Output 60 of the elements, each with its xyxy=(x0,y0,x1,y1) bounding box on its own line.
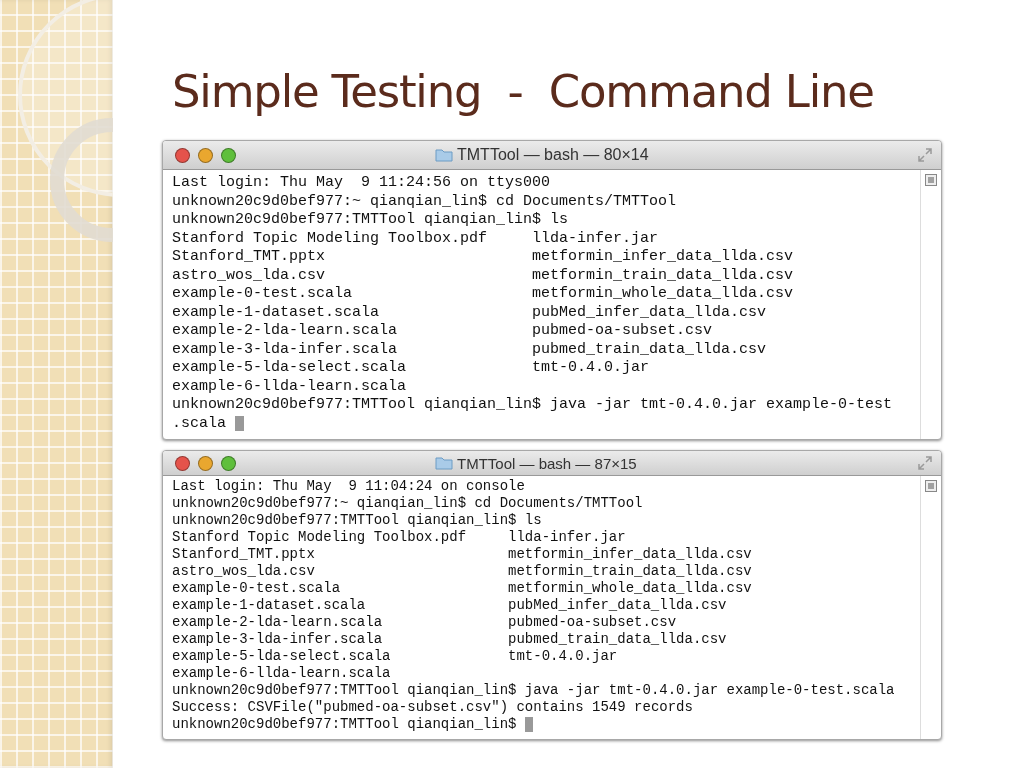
zoom-button[interactable] xyxy=(221,147,236,163)
file-name: Stanford Topic Modeling Toolbox.pdf xyxy=(172,229,489,248)
terminal-line: Success: CSVFile("pubmed-oa-subset.csv") contains 1549 records xyxy=(172,699,693,716)
close-button[interactable] xyxy=(175,147,190,163)
file-name: example-1-dataset.scala xyxy=(172,597,367,614)
slide-title: Simple Testing - Command Line xyxy=(172,64,875,120)
file-name: metformin_infer_data_llda.csv xyxy=(508,546,752,563)
file-name: Stanford Topic Modeling Toolbox.pdf xyxy=(172,529,468,546)
file-name: example-0-test.scala xyxy=(172,285,354,304)
file-name: Stanford_TMT.pptx xyxy=(172,546,316,563)
terminal-line: example-6-llda-learn.scala xyxy=(172,377,407,396)
file-name: pubMed_infer_data_llda.csv xyxy=(508,597,727,614)
terminal-line: unknown20c9d0bef977:TMTTool qianqian_lin$ ls xyxy=(172,512,542,529)
terminal-line: unknown20c9d0bef977:TMTTool qianqian_lin$ java -jar tmt-0.4.0.jar example-0-test xyxy=(172,396,893,415)
zoom-button[interactable] xyxy=(221,455,236,471)
terminal-line: unknown20c9d0bef977:~ qianqian_lin$ cd Documents/TMTTool xyxy=(172,192,677,211)
fullscreen-icon[interactable] xyxy=(917,147,933,163)
file-name: Stanford_TMT.pptx xyxy=(172,248,327,267)
file-name: example-2-lda-learn.scala xyxy=(172,322,399,341)
file-name: pubmed_train_data_llda.csv xyxy=(532,340,767,359)
terminal-line: Last login: Thu May 9 11:04:24 on console xyxy=(172,478,525,495)
fullscreen-icon[interactable] xyxy=(917,455,933,471)
file-name: example-5-lda-select.scala xyxy=(172,359,408,378)
file-name: example-2-lda-learn.scala xyxy=(172,614,384,631)
folder-icon xyxy=(435,148,453,162)
file-name: tmt-0.4.0.jar xyxy=(532,359,650,378)
close-button[interactable] xyxy=(175,455,190,471)
terminal-line: unknown20c9d0bef977:TMTTool qianqian_lin$ xyxy=(172,716,517,733)
file-name: pubmed-oa-subset.csv xyxy=(532,322,713,341)
file-name: example-3-lda-infer.scala xyxy=(172,631,384,648)
terminal-line: example-6-llda-learn.scala xyxy=(172,665,391,682)
file-name: tmt-0.4.0.jar xyxy=(508,648,618,665)
file-name: llda-infer.jar xyxy=(508,529,626,546)
minimize-button[interactable] xyxy=(198,455,213,471)
file-name: example-3-lda-infer.scala xyxy=(172,340,399,359)
file-name: astro_wos_lda.csv xyxy=(172,563,316,580)
file-name: pubmed_train_data_llda.csv xyxy=(508,631,727,648)
file-name: pubmed-oa-subset.csv xyxy=(508,614,677,631)
file-name: metformin_infer_data_llda.csv xyxy=(532,248,794,267)
scroll-menu-icon[interactable] xyxy=(925,480,937,492)
file-name: example-0-test.scala xyxy=(172,580,342,597)
file-name: llda-infer.jar xyxy=(532,229,659,248)
window-title: TMTTool — bash — 80×14 xyxy=(457,146,649,164)
terminal-line: unknown20c9d0bef977:TMTTool qianqian_lin$ java -jar tmt-0.4.0.jar example-0-test.scala xyxy=(172,682,895,699)
terminal-line: unknown20c9d0bef977:~ qianqian_lin$ cd Documents/TMTTool xyxy=(172,495,643,512)
folder-icon xyxy=(435,456,453,470)
file-name: example-5-lda-select.scala xyxy=(172,648,392,665)
file-name: metformin_whole_data_llda.csv xyxy=(508,580,752,597)
file-name: example-1-dataset.scala xyxy=(172,303,381,322)
terminal-line: unknown20c9d0bef977:TMTTool qianqian_lin$ ls xyxy=(172,211,569,230)
file-name: metformin_train_data_llda.csv xyxy=(508,563,752,580)
window-title: TMTTool — bash — 87×15 xyxy=(457,454,637,472)
terminal-line: Last login: Thu May 9 11:24:56 on ttys000 xyxy=(172,174,551,193)
scroll-menu-icon[interactable] xyxy=(925,174,937,186)
terminal-line: .scala xyxy=(172,414,226,433)
file-name: astro_wos_lda.csv xyxy=(172,266,327,285)
file-name: metformin_whole_data_llda.csv xyxy=(532,285,794,304)
file-name: pubMed_infer_data_llda.csv xyxy=(532,303,767,322)
file-name: metformin_train_data_llda.csv xyxy=(532,266,794,285)
minimize-button[interactable] xyxy=(198,147,213,163)
